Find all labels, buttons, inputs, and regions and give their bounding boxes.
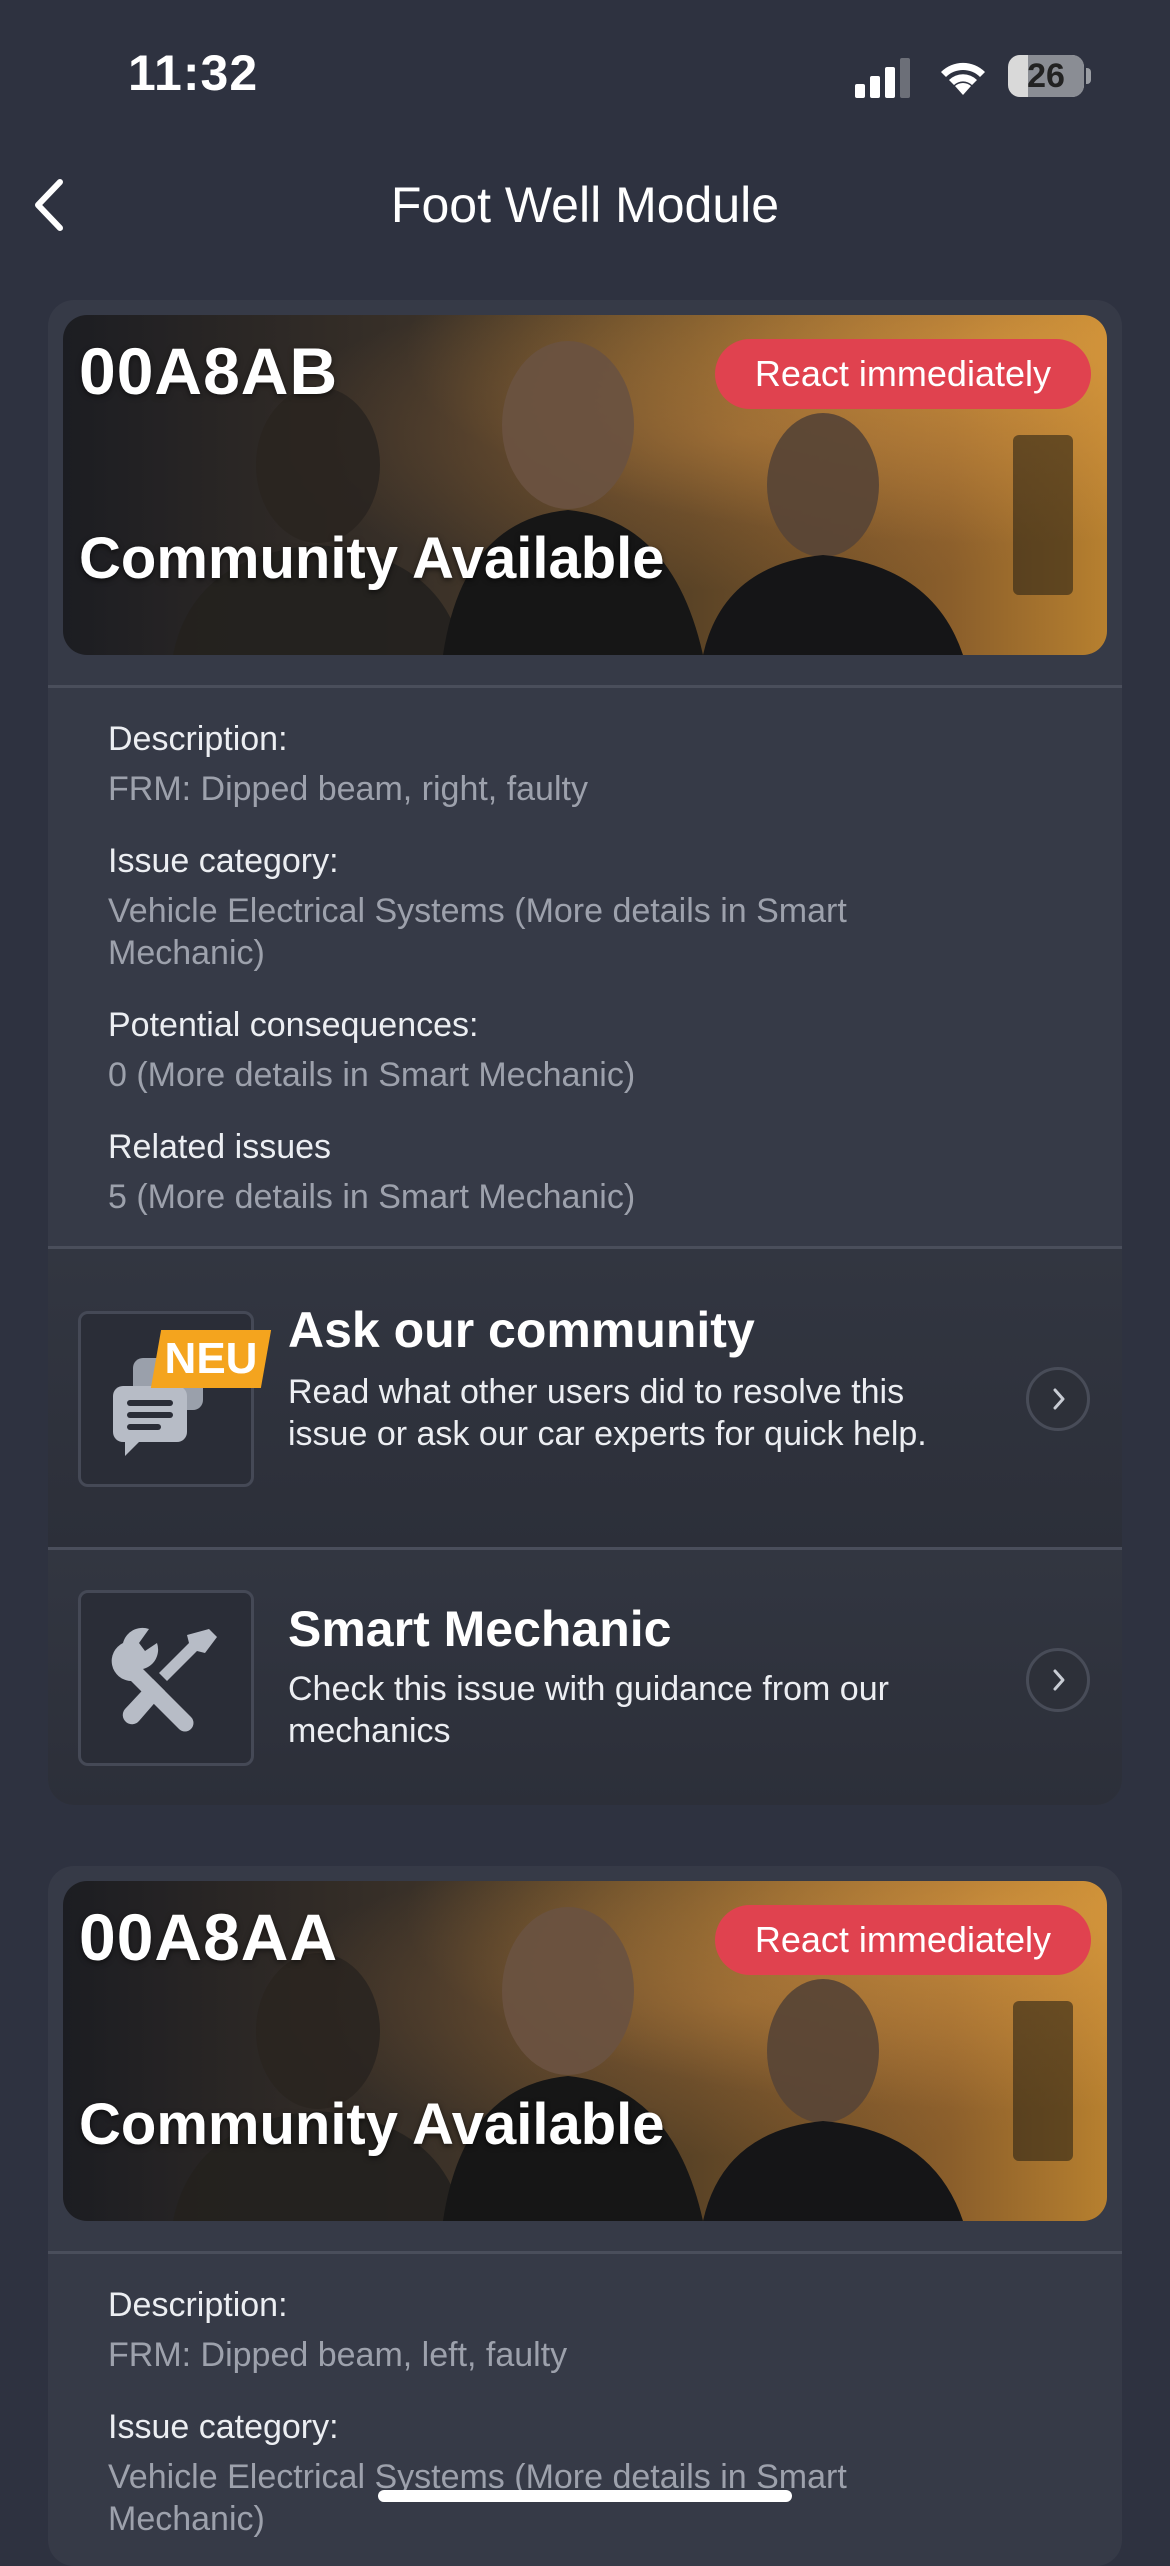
ask-community-description: Read what other users did to resolve thi… bbox=[288, 1373, 927, 1453]
ask-community-button[interactable]: NEU Ask our community Read what other us… bbox=[48, 1249, 1122, 1547]
battery-tip bbox=[1086, 68, 1091, 84]
urgency-badge: React immediately bbox=[714, 1905, 1091, 1975]
signal-icon bbox=[855, 58, 910, 98]
battery-level-text: 26 bbox=[1027, 57, 1065, 95]
smart-mechanic-button[interactable]: Smart Mechanic Check this issue with gui… bbox=[48, 1550, 1122, 1805]
divider bbox=[48, 685, 1122, 688]
community-icon-box: NEU bbox=[78, 1311, 272, 1487]
divider bbox=[48, 2251, 1122, 2254]
smart-mechanic-title: Smart Mechanic bbox=[288, 1601, 672, 1657]
issue-category-label: Issue category: bbox=[108, 2408, 339, 2446]
wifi-icon bbox=[941, 62, 985, 95]
home-indicator[interactable] bbox=[378, 2490, 792, 2502]
wrench-screwdriver-icon bbox=[111, 1627, 217, 1732]
issue-code: 00A8AA bbox=[79, 1900, 339, 1974]
issue-category-value: Vehicle Electrical Systems (More details… bbox=[108, 892, 847, 972]
battery-body: 26 bbox=[1008, 55, 1084, 97]
issue-hero-banner[interactable]: 00A8AB React immediately Community Avail… bbox=[63, 315, 1107, 655]
description-label: Description: bbox=[108, 720, 288, 758]
new-badge: NEU bbox=[150, 1330, 272, 1388]
mechanic-icon-box bbox=[78, 1590, 254, 1766]
status-bar: 11:32 26 bbox=[0, 0, 1170, 150]
issue-card: 00A8AA React immediately Community Avail… bbox=[48, 1866, 1122, 2566]
nav-bar: Foot Well Module bbox=[0, 160, 1170, 250]
community-available-label: Community Available bbox=[79, 2092, 665, 2157]
ask-community-title: Ask our community bbox=[288, 1302, 755, 1358]
issue-code: 00A8AB bbox=[79, 334, 339, 408]
description-label: Description: bbox=[108, 2286, 288, 2324]
description-value: FRM: Dipped beam, left, faulty bbox=[108, 2336, 568, 2374]
issue-hero-banner[interactable]: 00A8AA React immediately Community Avail… bbox=[63, 1881, 1107, 2221]
back-button[interactable] bbox=[20, 170, 90, 240]
battery-icon: 26 bbox=[1008, 55, 1091, 97]
community-available-label: Community Available bbox=[79, 526, 665, 591]
related-issues-value: 5 (More details in Smart Mechanic) bbox=[108, 1178, 636, 1216]
potential-consequences-label: Potential consequences: bbox=[108, 1006, 479, 1044]
smart-mechanic-description: Check this issue with guidance from our … bbox=[288, 1670, 889, 1750]
page-title: Foot Well Module bbox=[390, 177, 780, 233]
chevron-right-icon[interactable] bbox=[1026, 1648, 1090, 1712]
description-value: FRM: Dipped beam, right, faulty bbox=[108, 770, 588, 808]
chevron-left-icon bbox=[35, 179, 63, 231]
new-badge-label: NEU bbox=[164, 1334, 258, 1383]
potential-consequences-value: 0 (More details in Smart Mechanic) bbox=[108, 1056, 636, 1094]
status-time: 11:32 bbox=[128, 45, 259, 101]
related-issues-label: Related issues bbox=[108, 1128, 332, 1166]
chevron-right-icon[interactable] bbox=[1026, 1367, 1090, 1431]
issue-category-label: Issue category: bbox=[108, 842, 339, 880]
issue-card: 00A8AB React immediately Community Avail… bbox=[48, 300, 1122, 1805]
urgency-badge: React immediately bbox=[714, 339, 1091, 409]
